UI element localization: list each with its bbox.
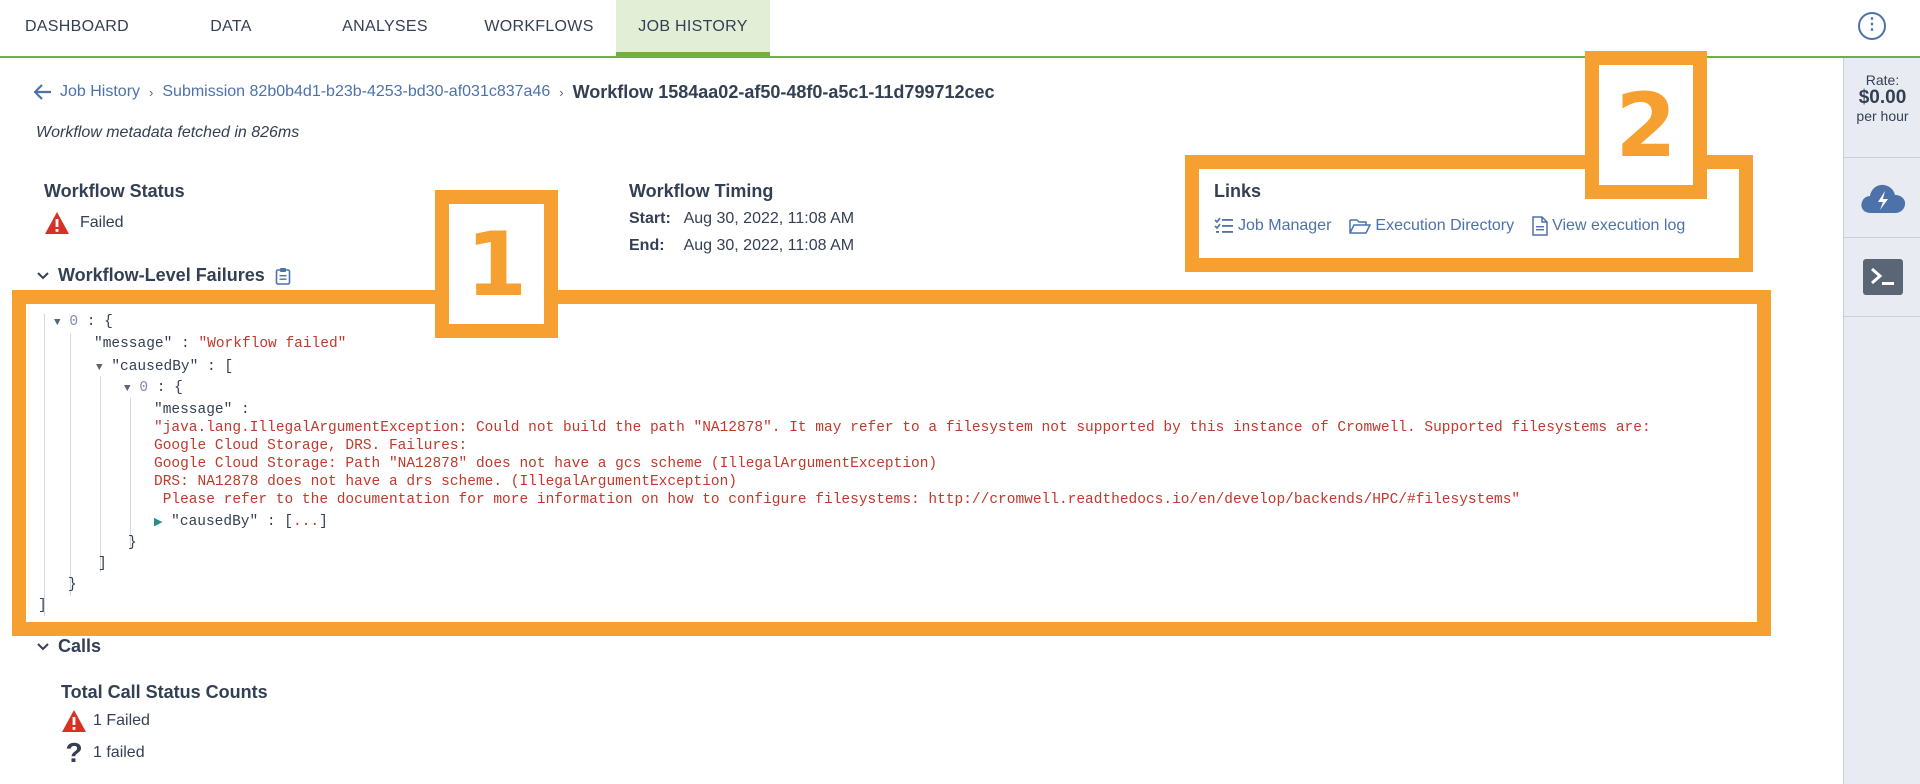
timing-start-row: Start: Aug 30, 2022, 11:08 AM [629, 210, 854, 228]
end-value: Aug 30, 2022, 11:08 AM [683, 237, 855, 254]
question-mark-icon: ? [65, 737, 83, 768]
annotation-label-1: 1 [435, 190, 558, 338]
clipboard-icon[interactable] [275, 267, 291, 285]
start-label: Start: [629, 210, 671, 227]
call-count-unknown: 1 failed [93, 744, 145, 761]
call-count-failed: 1 Failed [93, 712, 150, 729]
cloud-lightning-icon [1860, 184, 1905, 213]
tab-workflows[interactable]: WORKFLOWS [462, 0, 616, 56]
call-count-row: 1 Failed [61, 709, 150, 733]
chevron-down-icon [37, 271, 49, 279]
cloud-environment-button[interactable] [1844, 157, 1920, 237]
fetch-time-note: Workflow metadata fetched in 826ms [36, 124, 300, 141]
rate-amount: $0.00 [1858, 87, 1907, 108]
breadcrumb-submission-link[interactable]: Submission 82b0b4d1-b23b-4253-bd30-af031… [162, 83, 550, 101]
end-label: End: [629, 237, 665, 254]
failures-heading: Workflow-Level Failures [58, 265, 265, 285]
annotation-label-2: 2 [1585, 51, 1707, 199]
breadcrumb-job-history-link[interactable]: Job History [60, 83, 140, 101]
call-count-row: ? 1 failed [61, 737, 145, 768]
workflow-status-heading: Workflow Status [44, 181, 185, 201]
start-value: Aug 30, 2022, 11:08 AM [683, 210, 855, 227]
warning-icon [45, 212, 69, 234]
cost-rate: Rate: $0.00 per hour [1844, 72, 1920, 124]
tab-data[interactable]: DATA [154, 0, 308, 56]
tab-dashboard[interactable]: DASHBOARD [0, 0, 154, 56]
page-title: Workflow 1584aa02-af50-48f0-a5c1-11d7997… [572, 81, 995, 102]
failures-section-toggle[interactable]: Workflow-Level Failures [36, 265, 291, 286]
chevron-down-icon [37, 642, 49, 650]
calls-heading: Calls [58, 636, 102, 656]
workflow-status: Failed [44, 211, 124, 235]
side-panel: Rate: $0.00 per hour [1843, 58, 1920, 784]
back-arrow-icon[interactable] [34, 84, 52, 100]
timing-end-row: End: Aug 30, 2022, 11:08 AM [629, 237, 854, 255]
breadcrumb: Job History › Submission 82b0b4d1-b23b-4… [34, 80, 995, 104]
warning-icon [62, 710, 86, 732]
more-options-icon[interactable]: ⋮ [1858, 12, 1886, 40]
chevron-right-icon: › [149, 84, 154, 100]
terminal-button[interactable] [1844, 237, 1920, 317]
tab-job-history[interactable]: JOB HISTORY [616, 0, 770, 58]
calls-section-toggle[interactable]: Calls [36, 636, 101, 657]
top-nav: DASHBOARD DATA ANALYSES WORKFLOWS JOB HI… [0, 0, 1920, 58]
workflow-timing-heading: Workflow Timing [629, 181, 774, 201]
tab-analyses[interactable]: ANALYSES [308, 0, 462, 56]
call-status-counts-heading: Total Call Status Counts [61, 682, 268, 702]
rate-unit: per hour [1856, 108, 1909, 124]
chevron-right-icon: › [559, 84, 564, 100]
annotation-box-1 [12, 290, 1771, 636]
terminal-icon [1862, 259, 1903, 295]
rate-label: Rate: [1865, 72, 1900, 88]
workflow-status-value: Failed [80, 214, 124, 231]
